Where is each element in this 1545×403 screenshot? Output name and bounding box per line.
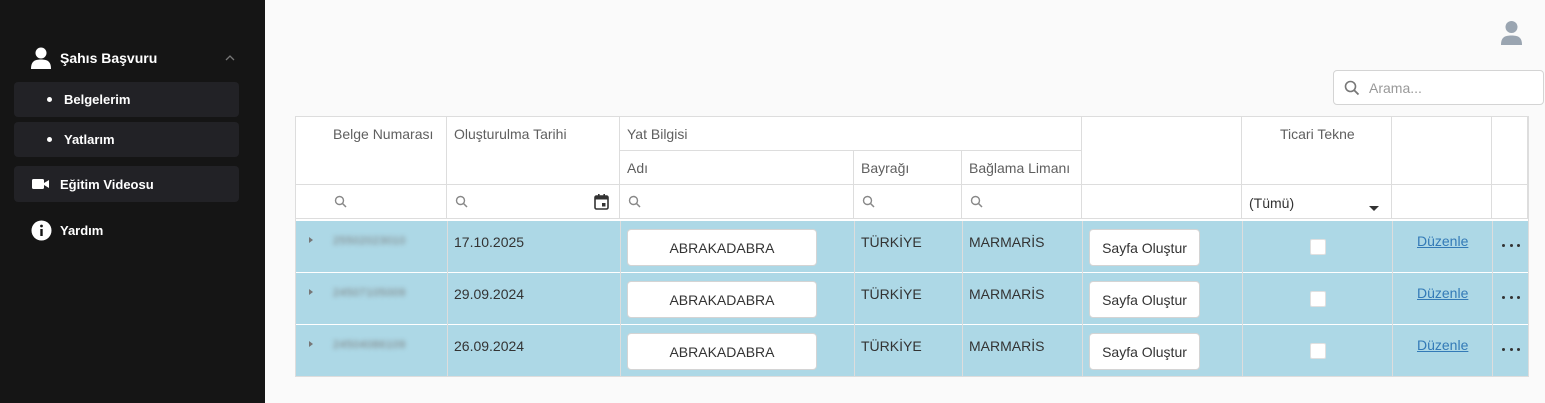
duzenle-link[interactable]: Düzenle [1417,285,1468,301]
header-label: Yat Bilgisi [627,126,688,142]
sayfa-olustur-button[interactable]: Sayfa Oluştur [1089,229,1200,266]
sidebar-item-yatlarim[interactable]: Yatlarım [14,122,239,157]
ticari-tekne-checkbox[interactable] [1310,239,1326,255]
bayragi-cell: TÜRKİYE [861,286,922,302]
sidebar-item-egitim-videosu[interactable]: Eğitim Videosu [14,166,239,202]
liman-cell: MARMARİS [969,338,1045,354]
header-baglama-limani[interactable]: Bağlama Limanı [962,151,1082,185]
header-yat-bilgisi: Yat Bilgisi [620,117,1082,151]
search-icon [1344,80,1360,96]
data-grid: Belge Numarası Oluşturulma Tarihi Yat Bi… [295,116,1529,377]
bullet-icon [47,137,52,142]
calendar-icon[interactable] [594,194,609,210]
search-icon [334,195,348,209]
expand-caret-icon[interactable] [309,341,313,347]
more-options-icon[interactable] [1502,339,1520,359]
search-icon [970,195,984,209]
filter-more [1492,185,1528,219]
sayfa-olustur-button[interactable]: Sayfa Oluştur [1089,281,1200,318]
bullet-icon [47,97,52,102]
header-label: Oluşturulma Tarihi [454,126,567,142]
filter-bayragi[interactable] [854,185,962,219]
table-row[interactable]: 25502023010 17.10.2025 ABRAKADABRA TÜRKİ… [296,221,1528,273]
sidebar-item-label: Şahıs Başvuru [60,50,158,66]
header-label: Bağlama Limanı [969,160,1071,176]
filter-baglama-limani[interactable] [962,185,1082,219]
header-label: Bayrağı [861,160,910,176]
expand-caret-icon[interactable] [309,289,313,295]
header-olusturulma-tarihi[interactable]: Oluşturulma Tarihi [447,117,620,185]
chevron-up-icon[interactable] [223,51,237,65]
search-input[interactable] [1369,79,1539,96]
tarih-cell: 29.09.2024 [454,286,525,302]
sidebar-item-label: Eğitim Videosu [60,176,154,192]
header-label: Belge Numarası [333,126,434,142]
select-value: (Tümü) [1249,195,1295,211]
belge-numarasi-cell: 24507105009 [333,287,406,299]
sidebar-item-label: Yatlarım [64,132,115,147]
search-box [1333,70,1544,105]
filter-ticari-tekne-select[interactable]: (Tümü) [1242,185,1392,219]
header-ticari-tekne[interactable]: Ticari Tekne [1242,117,1392,185]
header-edit [1392,117,1492,185]
table-row[interactable]: 24504086109 26.09.2024 ABRAKADABRA TÜRKİ… [296,325,1528,376]
sidebar-item-label: Belgelerim [64,92,131,107]
header-adi[interactable]: Adı [620,151,854,185]
header-actions [1082,117,1242,185]
sidebar-item-yardim[interactable]: Yardım [14,212,239,248]
table-row[interactable]: 24507105009 29.09.2024 ABRAKADABRA TÜRKİ… [296,273,1528,325]
tarih-cell: 26.09.2024 [454,338,525,354]
ticari-tekne-checkbox[interactable] [1310,291,1326,307]
belge-numarasi-cell: 25502023010 [333,235,406,247]
liman-cell: MARMARİS [969,286,1045,302]
tarih-cell: 17.10.2025 [454,234,525,250]
header-more [1492,117,1528,185]
ticari-tekne-checkbox[interactable] [1310,343,1326,359]
more-options-icon[interactable] [1502,287,1520,307]
header-label: Ticari Tekne [1280,126,1355,142]
search-icon [628,195,642,209]
sidebar-item-sahis-basvuru[interactable]: Şahıs Başvuru [14,40,239,76]
filter-adi[interactable] [620,185,854,219]
filter-olusturulma-tarihi[interactable] [447,185,620,219]
liman-cell: MARMARİS [969,234,1045,250]
sidebar: Şahıs Başvuru Belgelerim Yatlarım Eğitim… [0,0,265,403]
more-options-icon[interactable] [1502,235,1520,255]
user-avatar-icon[interactable] [1499,20,1524,46]
yat-adi-button[interactable]: ABRAKADABRA [627,281,817,318]
search-icon [455,195,469,209]
yat-adi-button[interactable]: ABRAKADABRA [627,229,817,266]
bayragi-cell: TÜRKİYE [861,234,922,250]
video-camera-icon [30,173,52,195]
sidebar-item-belgelerim[interactable]: Belgelerim [14,82,239,117]
expand-caret-icon[interactable] [309,237,313,243]
info-icon [30,219,52,241]
person-icon [30,47,52,69]
belge-numarasi-cell: 24504086109 [333,339,406,351]
sidebar-item-label: Yardım [60,222,104,238]
search-icon [862,195,876,209]
dropdown-arrow-icon [1369,199,1379,211]
filter-belge-numarasi[interactable] [296,185,447,219]
bayragi-cell: TÜRKİYE [861,338,922,354]
duzenle-link[interactable]: Düzenle [1417,233,1468,249]
duzenle-link[interactable]: Düzenle [1417,337,1468,353]
header-belge-numarasi[interactable]: Belge Numarası [296,117,447,185]
filter-actions [1082,185,1242,219]
header-label: Adı [627,160,649,176]
header-bayragi[interactable]: Bayrağı [854,151,962,185]
sayfa-olustur-button[interactable]: Sayfa Oluştur [1089,333,1200,370]
filter-edit [1392,185,1492,219]
yat-adi-button[interactable]: ABRAKADABRA [627,333,817,370]
